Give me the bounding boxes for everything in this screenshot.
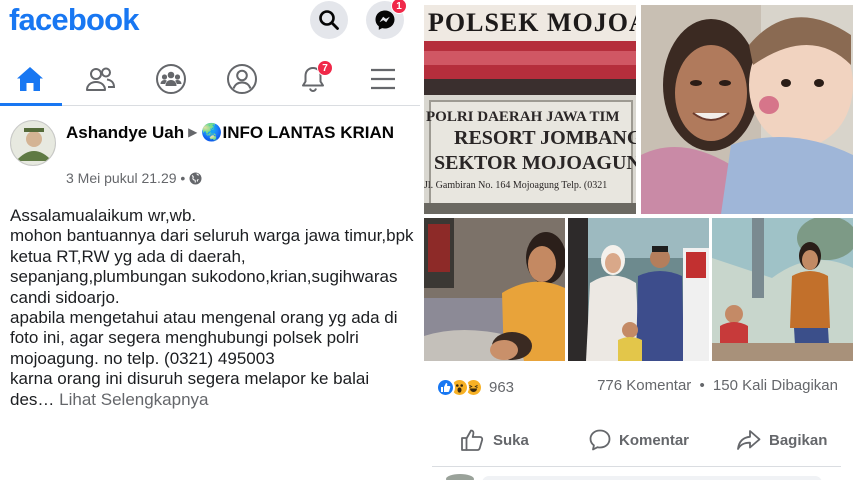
facebook-logo[interactable]: facebook — [9, 2, 140, 38]
comment-button[interactable]: Komentar — [588, 422, 689, 458]
author-name[interactable]: Ashandye Uah — [66, 123, 184, 142]
nav-friends[interactable] — [70, 52, 130, 106]
caret-right-icon: ▶ — [188, 125, 198, 139]
reaction-summary[interactable]: 963 — [436, 376, 514, 398]
selfie-image — [641, 5, 853, 214]
post-meta: 3 Mei pukul 21.29 • — [66, 170, 202, 186]
messenger-badge: 1 — [391, 0, 407, 14]
wedding-image — [568, 218, 709, 361]
share-arrow-icon — [737, 430, 761, 450]
messenger-button[interactable]: 1 — [366, 0, 407, 39]
home-icon — [17, 67, 43, 91]
see-more-link[interactable]: Lihat Selengkapnya — [59, 390, 208, 409]
comment-label: Komentar — [619, 431, 690, 449]
friends-icon — [86, 67, 116, 91]
photo-woman-child[interactable] — [424, 218, 565, 361]
hamburger-menu-icon — [371, 68, 395, 90]
top-bar: facebook 1 — [0, 0, 420, 44]
thumbs-up-icon — [461, 429, 484, 451]
photo-police-sign[interactable]: POLSEK MOJOA POLRI DAERAH JAWA TIM RESOR… — [424, 5, 636, 214]
meta-dot: • — [180, 170, 190, 186]
post-timestamp[interactable]: 3 Mei pukul 21.29 — [66, 170, 177, 186]
notifications-badge: 7 — [317, 60, 333, 76]
nav-home[interactable] — [0, 52, 60, 106]
search-icon — [319, 10, 339, 30]
like-button[interactable]: Suka — [460, 422, 529, 458]
group-name[interactable]: 🌏INFO LANTAS KRIAN — [201, 123, 394, 142]
photo-outdoor[interactable] — [712, 218, 853, 361]
commenter-avatar[interactable] — [446, 474, 474, 480]
divider — [432, 466, 841, 467]
nav-profile[interactable] — [212, 52, 272, 106]
media-panel: POLSEK MOJOA POLRI DAERAH JAWA TIM RESOR… — [420, 0, 853, 480]
search-button[interactable] — [310, 1, 348, 39]
share-count[interactable]: 150 Kali Dibagikan — [713, 377, 838, 394]
active-tab-indicator — [0, 103, 62, 106]
sign-line-3: RESORT JOMBANG — [454, 127, 636, 149]
sign-line-2: POLRI DAERAH JAWA TIM — [426, 109, 620, 125]
comment-count[interactable]: 776 Komentar — [597, 377, 691, 394]
comment-preview[interactable] — [482, 476, 822, 480]
photo-selfie[interactable] — [641, 5, 853, 214]
groups-icon — [156, 64, 186, 94]
post-actions: Suka Komentar Bagikan — [420, 422, 853, 458]
photo-wedding[interactable] — [568, 218, 709, 361]
share-label: Bagikan — [769, 431, 828, 449]
post-body-text: Assalamualaikum wr,wb. mohon bantuannya … — [10, 206, 414, 409]
post-author-line: Ashandye Uah ▶ 🌏INFO LANTAS KRIAN — [66, 121, 416, 144]
nav-notifications[interactable]: 7 — [283, 52, 343, 106]
profile-icon — [227, 64, 257, 94]
like-label: Suka — [493, 431, 529, 449]
globe-icon — [189, 172, 202, 185]
outdoor-image — [712, 218, 853, 361]
reaction-count: 963 — [489, 378, 515, 396]
nav-menu[interactable] — [353, 52, 413, 106]
sign-line-4: SEKTOR MOJOAGUNG — [434, 152, 636, 174]
sign-line-5: Jl. Gambiran No. 164 Mojoagung Telp. (03… — [424, 180, 608, 191]
avatar-image — [11, 121, 55, 165]
nav-groups[interactable] — [141, 52, 201, 106]
like-reaction-icon — [436, 377, 455, 397]
share-button[interactable]: Bagikan — [736, 422, 827, 458]
post-panel: facebook 1 7 Ashandye Uah ▶ 🌏INFO LANTAS… — [0, 0, 420, 480]
post-text: Assalamualaikum wr,wb. mohon bantuannya … — [10, 206, 415, 410]
comment-icon — [589, 429, 611, 451]
engagement-stats: 776 Komentar • 150 Kali Dibagikan — [597, 377, 838, 394]
post-header: Ashandye Uah ▶ 🌏INFO LANTAS KRIAN 3 Mei pu… — [0, 112, 420, 197]
avatar[interactable] — [10, 120, 56, 166]
woman-child-image — [424, 218, 565, 361]
main-navigation: 7 — [0, 52, 420, 106]
stats-separator: • — [699, 377, 705, 394]
sign-line-1: POLSEK MOJOA — [428, 8, 636, 37]
